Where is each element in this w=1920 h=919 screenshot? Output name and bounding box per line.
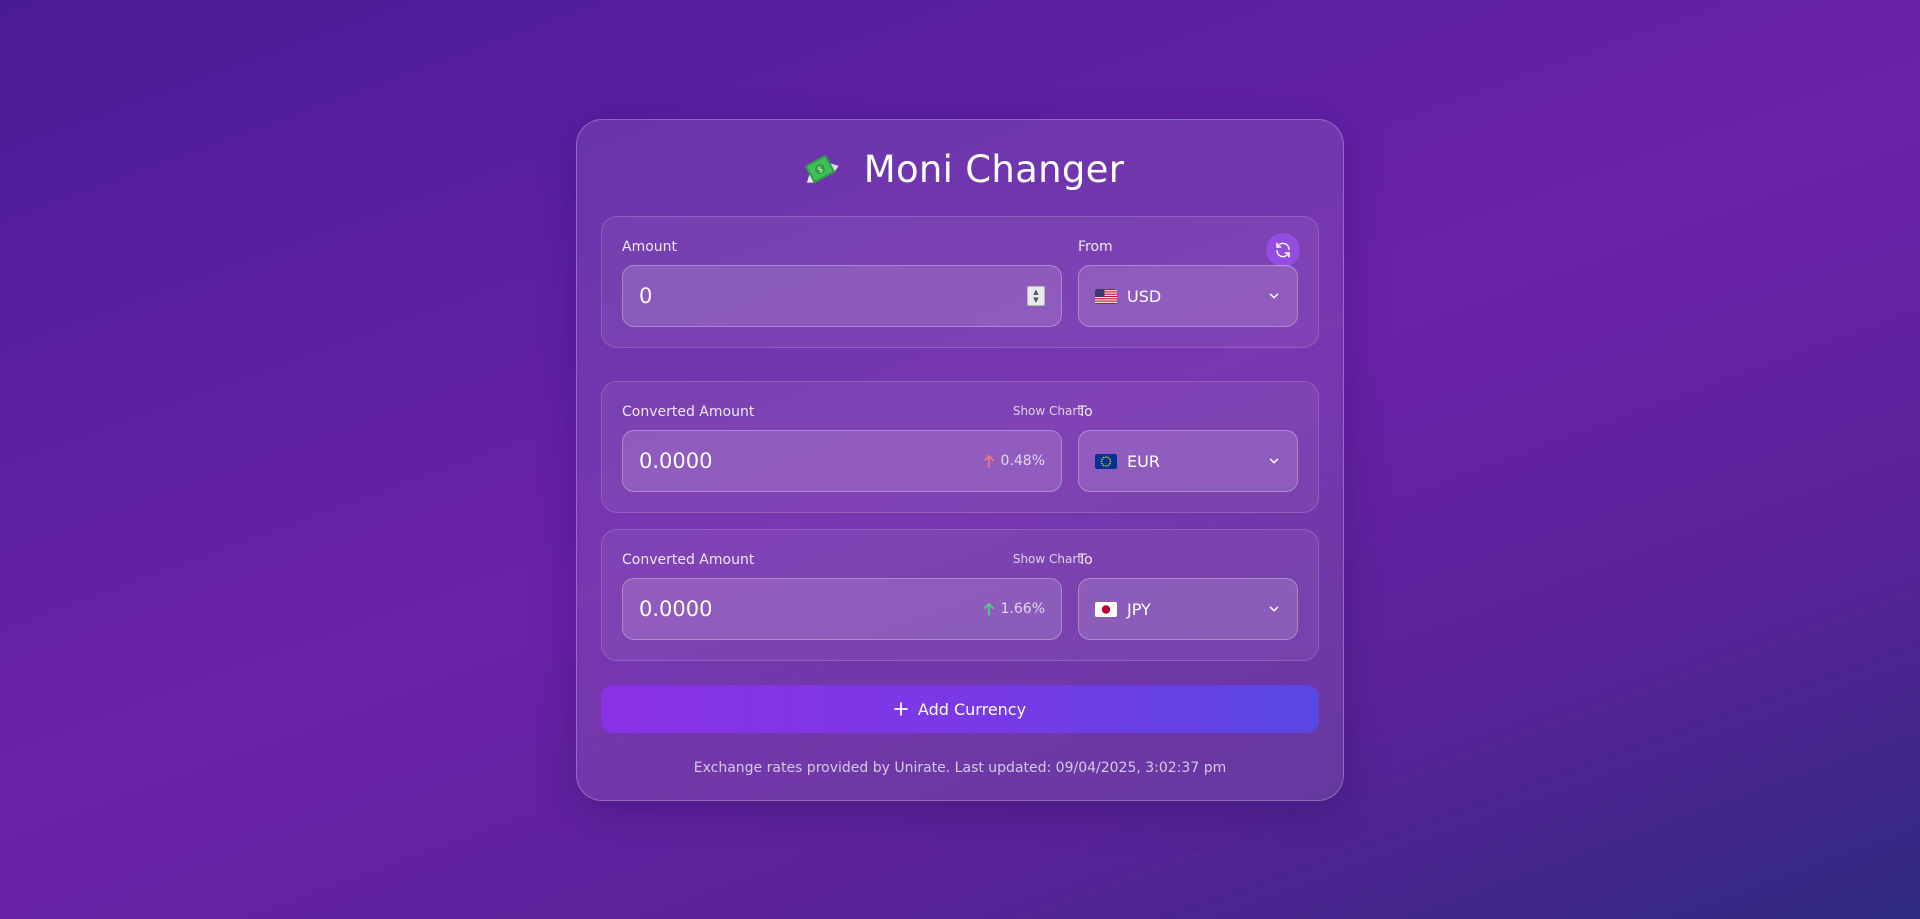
converter-card: $ Moni Changer Amount From 0 ▲ ▼ USD Con… <box>576 119 1344 801</box>
add-currency-button[interactable]: Add Currency <box>601 685 1319 733</box>
jp-flag-icon <box>1095 601 1117 617</box>
app-title: Moni Changer <box>863 147 1125 191</box>
to-currency-code: JPY <box>1127 599 1151 619</box>
chevron-down-icon <box>1269 458 1279 464</box>
to-currency-select[interactable]: EUR <box>1078 430 1298 492</box>
refresh-icon <box>1276 242 1290 258</box>
converted-amount-field: 0.0000 1.66% <box>622 578 1062 640</box>
converted-amount-label: Converted Amount <box>622 552 755 568</box>
from-label: From <box>1078 239 1113 255</box>
converted-amount-value: 0.0000 <box>639 449 713 473</box>
app-header: $ Moni Changer <box>577 142 1343 196</box>
to-label: To <box>1078 552 1093 568</box>
show-chart-link[interactable]: Show Chart <box>998 404 1082 418</box>
rate-change-value: 0.48% <box>1000 453 1045 469</box>
stepper-up-icon[interactable]: ▲ <box>1033 288 1038 296</box>
plus-icon <box>894 702 908 716</box>
rate-change-value: 1.66% <box>1000 601 1045 617</box>
chevron-down-icon <box>1269 606 1279 612</box>
swap-button[interactable] <box>1266 233 1300 267</box>
footer-note: Exchange rates provided by Unirate. Last… <box>693 760 1227 776</box>
to-label: To <box>1078 404 1093 420</box>
converted-amount-value: 0.0000 <box>639 597 713 621</box>
eu-flag-icon <box>1095 453 1117 469</box>
from-currency-select[interactable]: USD <box>1078 265 1298 327</box>
converted-amount-field: 0.0000 0.48% <box>622 430 1062 492</box>
source-panel: Amount From 0 ▲ ▼ USD <box>601 216 1319 348</box>
to-currency-select[interactable]: JPY <box>1078 578 1298 640</box>
chevron-down-icon <box>1269 293 1279 299</box>
stepper-down-icon[interactable]: ▼ <box>1033 296 1038 304</box>
number-stepper[interactable]: ▲ ▼ <box>1027 286 1045 306</box>
rate-change: 1.66% <box>983 601 1045 617</box>
show-chart-link[interactable]: Show Chart <box>998 552 1082 566</box>
amount-value[interactable]: 0 <box>639 284 1027 308</box>
rate-change: 0.48% <box>983 453 1045 469</box>
to-currency-code: EUR <box>1127 451 1160 471</box>
from-currency-code: USD <box>1127 286 1162 306</box>
amount-input[interactable]: 0 ▲ ▼ <box>622 265 1062 327</box>
target-panel: Converted Amount Show Chart To 0.0000 1.… <box>601 529 1319 661</box>
arrow-up-icon <box>983 455 994 468</box>
converted-amount-label: Converted Amount <box>622 404 755 420</box>
arrow-up-icon <box>983 603 994 616</box>
us-flag-icon <box>1095 288 1117 304</box>
flying-money-icon: $ <box>805 155 839 183</box>
amount-label: Amount <box>622 239 678 255</box>
add-currency-label: Add Currency <box>917 699 1027 719</box>
target-panel: Converted Amount Show Chart To 0.0000 0.… <box>601 381 1319 513</box>
